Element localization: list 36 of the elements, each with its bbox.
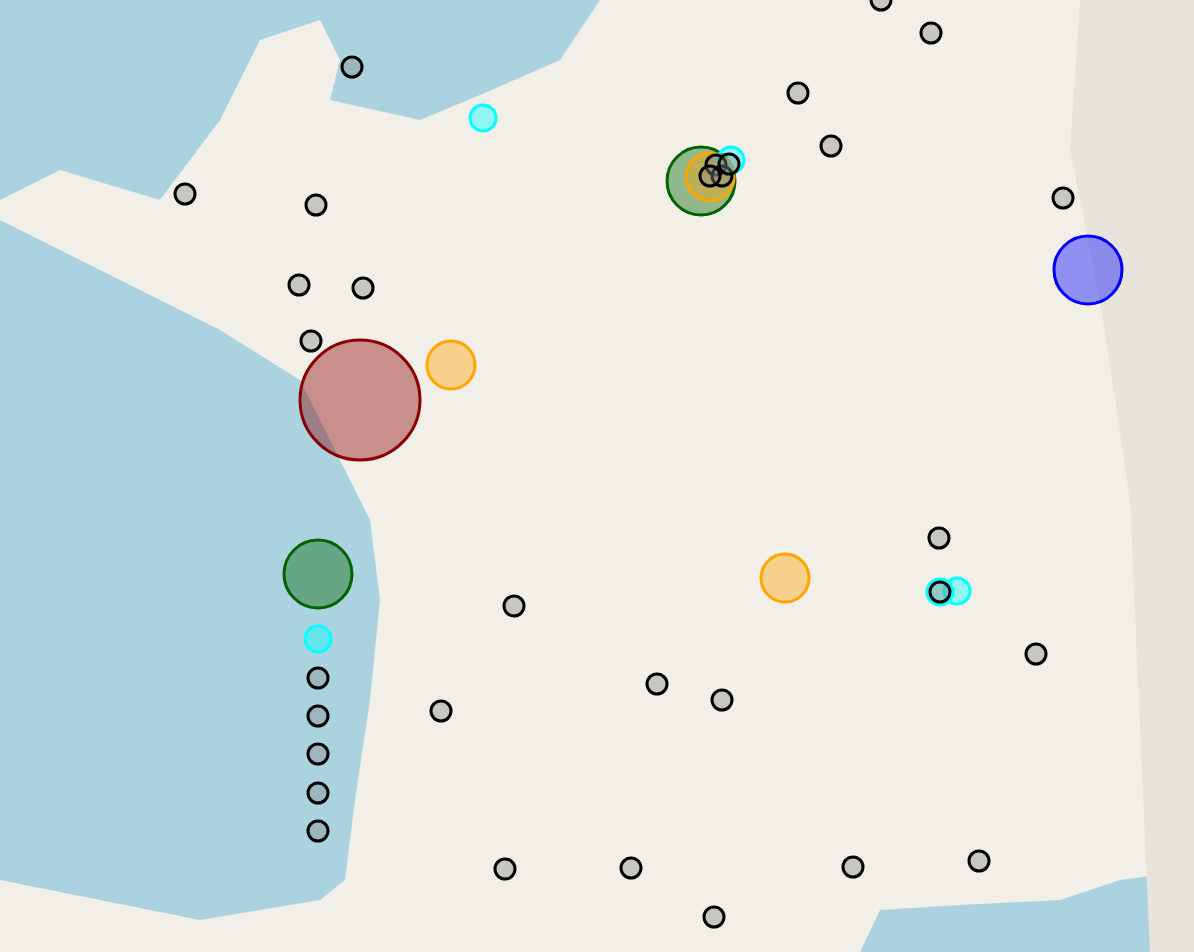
map-marker[interactable] (287, 273, 311, 297)
map-marker[interactable] (1052, 234, 1124, 306)
map-marker[interactable] (493, 857, 517, 881)
map-marker[interactable] (306, 704, 330, 728)
map-marker[interactable] (702, 905, 726, 929)
map-marker[interactable] (299, 329, 323, 353)
map-marker[interactable] (304, 193, 328, 217)
map-marker[interactable] (645, 672, 669, 696)
map-marker[interactable] (967, 849, 991, 873)
map-marker[interactable] (340, 55, 364, 79)
map-marker[interactable] (927, 526, 951, 550)
map-marker[interactable] (429, 699, 453, 723)
map-marker[interactable] (1051, 186, 1075, 210)
map-marker[interactable] (282, 538, 354, 610)
map-marker[interactable] (306, 781, 330, 805)
map-marker[interactable] (173, 182, 197, 206)
map-marker[interactable] (786, 81, 810, 105)
map-marker[interactable] (502, 594, 526, 618)
map-marker[interactable] (819, 134, 843, 158)
map-marker[interactable] (1024, 642, 1048, 666)
map-marker[interactable] (306, 666, 330, 690)
map-marker[interactable] (351, 276, 375, 300)
map-marker[interactable] (717, 152, 741, 176)
map-marker[interactable] (665, 145, 737, 217)
map-marker[interactable] (306, 742, 330, 766)
map-marker[interactable] (869, 0, 893, 12)
map-marker[interactable] (298, 338, 422, 462)
map-marker[interactable] (619, 856, 643, 880)
map-marker[interactable] (841, 855, 865, 879)
map-marker[interactable] (306, 819, 330, 843)
map-marker[interactable] (919, 21, 943, 45)
map-marker[interactable] (710, 688, 734, 712)
map-marker[interactable] (684, 151, 736, 203)
map-marker[interactable] (759, 552, 811, 604)
map-marker[interactable] (698, 164, 722, 188)
map-marker[interactable] (425, 339, 477, 391)
